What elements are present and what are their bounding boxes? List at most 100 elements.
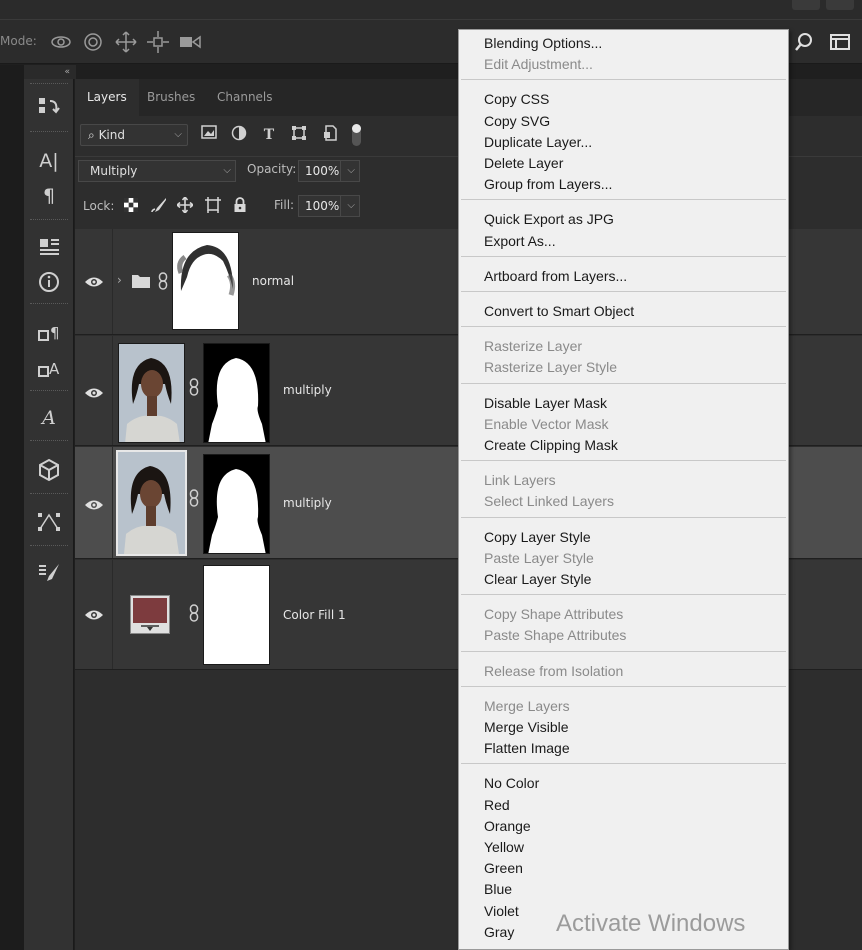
layer-image-thumbnail[interactable]	[118, 343, 185, 443]
chevron-right-icon[interactable]: ›	[117, 273, 122, 287]
slide-3d-icon[interactable]	[146, 30, 170, 54]
filter-shape-icon[interactable]	[289, 125, 309, 145]
menu-item-copy-layer-style[interactable]: Copy Layer Style	[484, 527, 591, 547]
chevron-down-icon[interactable]: ⌵	[347, 161, 355, 181]
minimize-button[interactable]	[792, 0, 820, 10]
brush-settings-icon[interactable]	[34, 559, 64, 587]
menu-item-copy-css[interactable]: Copy CSS	[484, 89, 549, 109]
menu-item-convert-to-smart-object[interactable]: Convert to Smart Object	[484, 301, 634, 321]
menu-item-flatten-image[interactable]: Flatten Image	[484, 738, 570, 758]
lock-transparent-pixels-icon[interactable]	[121, 197, 141, 217]
menu-item-yellow[interactable]: Yellow	[484, 837, 524, 857]
layer-name: multiply	[283, 496, 332, 510]
menu-item-no-color[interactable]: No Color	[484, 773, 539, 793]
menu-item-create-clipping-mask[interactable]: Create Clipping Mask	[484, 435, 618, 455]
menu-separator	[461, 650, 786, 652]
character-styles-icon[interactable]: A	[34, 355, 64, 383]
menu-item-disable-layer-mask[interactable]: Disable Layer Mask	[484, 393, 607, 413]
menu-item-blue[interactable]: Blue	[484, 879, 512, 899]
link-chain-icon[interactable]	[188, 604, 200, 622]
link-chain-icon[interactable]	[188, 378, 200, 396]
opacity-field[interactable]: 100% ⌵	[298, 160, 360, 182]
paragraph-icon[interactable]: ¶	[34, 182, 64, 210]
layer-mask-thumbnail[interactable]	[203, 565, 270, 665]
filter-type-icon[interactable]: T	[259, 125, 279, 145]
filter-toggle-switch[interactable]	[352, 124, 361, 146]
glyphs-icon[interactable]: A	[34, 404, 64, 432]
blend-mode-dropdown[interactable]: Multiply ⌵	[78, 160, 236, 182]
layer-mask-thumbnail[interactable]	[203, 454, 270, 554]
layer-mask-thumbnail[interactable]	[203, 343, 270, 443]
menu-item-duplicate-layer[interactable]: Duplicate Layer...	[484, 132, 592, 152]
fill-field[interactable]: 100% ⌵	[298, 195, 360, 217]
orbit-3d-icon[interactable]	[49, 30, 73, 54]
visibility-eye-icon[interactable]	[84, 275, 104, 289]
video-camera-icon[interactable]	[178, 30, 202, 54]
group-mask-thumbnail[interactable]	[172, 232, 239, 330]
menu-item-blending-options[interactable]: Blending Options...	[484, 33, 602, 53]
menu-item-red[interactable]: Red	[484, 795, 510, 815]
menu-separator	[461, 382, 786, 384]
menu-item-artboard-from-layers[interactable]: Artboard from Layers...	[484, 266, 627, 286]
3d-cube-icon[interactable]	[34, 456, 64, 484]
filter-smart-object-icon[interactable]	[320, 125, 340, 145]
opacity-value: 100%	[305, 164, 340, 178]
paragraph-styles-icon[interactable]: ¶	[34, 319, 64, 347]
paths-icon[interactable]	[34, 507, 64, 535]
window-title-strip	[0, 0, 862, 20]
fill-color-preview	[133, 598, 167, 623]
lock-position-icon[interactable]	[175, 196, 195, 217]
link-chain-icon[interactable]	[188, 489, 200, 507]
menu-item-orange[interactable]: Orange	[484, 816, 531, 836]
lock-artboard-icon[interactable]	[203, 197, 223, 217]
menu-item-rasterize-layer: Rasterize Layer	[484, 338, 583, 355]
menu-item-link-layers: Link Layers	[484, 472, 556, 489]
activate-windows-watermark: Activate Windows	[556, 910, 746, 937]
divider	[30, 545, 68, 549]
pan-3d-icon[interactable]	[114, 30, 138, 54]
character-icon[interactable]: A|	[34, 147, 64, 175]
lock-all-icon[interactable]	[230, 197, 250, 217]
search-icon[interactable]	[792, 30, 816, 54]
info-icon[interactable]	[34, 268, 64, 296]
color-fill-swatch[interactable]	[130, 595, 170, 634]
menu-item-gray[interactable]: Gray	[484, 922, 514, 942]
search-icon: ⌕	[88, 128, 95, 142]
tab-brushes[interactable]: Brushes	[135, 79, 207, 116]
menu-item-green[interactable]: Green	[484, 858, 523, 878]
restore-button[interactable]	[826, 0, 854, 10]
filter-adjustment-icon[interactable]	[229, 125, 249, 145]
lock-label: Lock:	[83, 199, 115, 213]
menu-item-clear-layer-style[interactable]: Clear Layer Style	[484, 569, 591, 589]
menu-item-group-from-layers[interactable]: Group from Layers...	[484, 174, 612, 194]
chevron-down-icon[interactable]: ⌵	[347, 196, 355, 216]
tab-channels[interactable]: Channels	[205, 79, 285, 116]
menu-item-merge-visible[interactable]: Merge Visible	[484, 717, 569, 737]
chevron-down-icon: ⌵	[223, 165, 231, 176]
filter-pixel-icon[interactable]	[199, 125, 219, 145]
layer-image-thumbnail[interactable]	[116, 450, 187, 556]
visibility-eye-icon[interactable]	[84, 608, 104, 622]
divider	[30, 493, 68, 497]
filter-kind-dropdown[interactable]: ⌕ Kind ⌵	[80, 124, 188, 146]
blend-mode-value: Multiply	[90, 164, 138, 178]
lock-image-pixels-icon[interactable]	[149, 197, 169, 217]
roll-3d-icon[interactable]	[81, 30, 105, 54]
menu-item-violet[interactable]: Violet	[484, 901, 519, 921]
menu-separator	[461, 460, 786, 462]
menu-item-delete-layer[interactable]: Delete Layer	[484, 153, 563, 173]
filter-kind-label: Kind	[98, 128, 125, 142]
link-chain-icon[interactable]	[157, 272, 169, 290]
collapse-panels-button[interactable]: «	[24, 65, 76, 79]
properties-icon[interactable]	[34, 232, 64, 260]
menu-item-export-as[interactable]: Export As...	[484, 231, 556, 251]
menu-item-quick-export-as-jpg[interactable]: Quick Export as JPG	[484, 209, 614, 229]
chevron-down-icon: ⌵	[174, 129, 182, 140]
menu-item-merge-layers: Merge Layers	[484, 697, 570, 714]
menu-item-copy-svg[interactable]: Copy SVG	[484, 111, 550, 131]
tab-layers[interactable]: Layers	[75, 79, 139, 116]
workspace-icon[interactable]	[828, 30, 852, 54]
visibility-eye-icon[interactable]	[84, 386, 104, 400]
history-icon[interactable]	[34, 93, 64, 121]
visibility-eye-icon[interactable]	[84, 498, 104, 512]
